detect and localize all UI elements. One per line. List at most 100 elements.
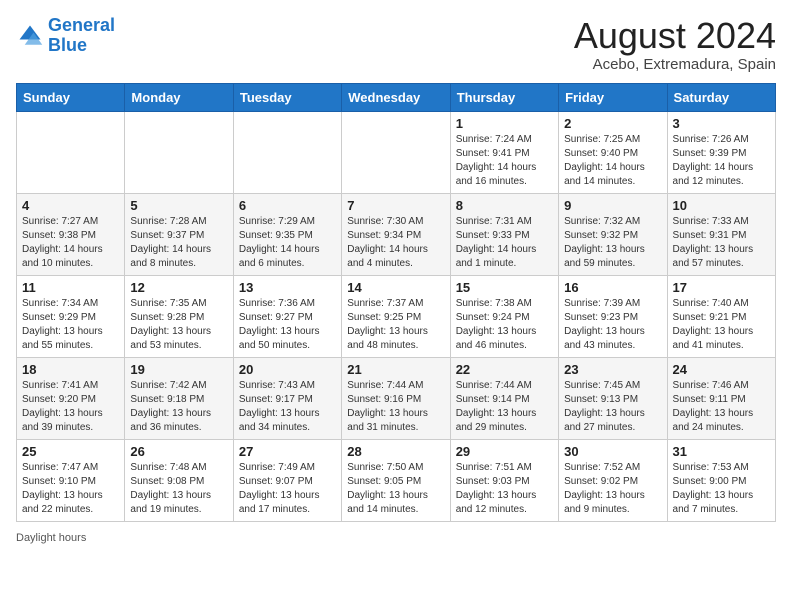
calendar-table: Sunday Monday Tuesday Wednesday Thursday… [16,83,776,522]
logo-icon [16,22,44,50]
day-number: 24 [673,362,770,377]
day-info: Sunrise: 7:24 AM Sunset: 9:41 PM Dayligh… [456,133,553,189]
day-info: Sunrise: 7:41 AM Sunset: 9:20 PM Dayligh… [22,379,119,435]
table-row: 15 Sunrise: 7:38 AM Sunset: 9:24 PM Dayli… [450,275,558,357]
day-number: 2 [564,116,661,131]
day-number: 26 [130,444,227,459]
day-number: 23 [564,362,661,377]
col-wednesday: Wednesday [342,83,450,111]
table-row: 16Sunrise: 7:39 AM Sunset: 9:23 PM Dayli… [559,275,667,357]
page-header: GeneralBlue August 2024 Acebo, Extremadu… [16,16,776,73]
table-row: 28Sunrise: 7:50 AM Sunset: 9:05 PM Dayli… [342,439,450,521]
day-number: 21 [347,362,444,377]
table-row: 26 Sunrise: 7:48 AM Sunset: 9:08 PM Dayli… [125,439,233,521]
day-number: 20 [239,362,336,377]
calendar-week-row: 11Sunrise: 7:34 AM Sunset: 9:29 PM Dayli… [17,275,776,357]
day-info: Sunrise: 7:37 AM Sunset: 9:25 PM Dayligh… [347,297,444,353]
table-row: 18Sunrise: 7:41 AM Sunset: 9:20 PM Dayli… [17,357,125,439]
table-row: 30Sunrise: 7:52 AM Sunset: 9:02 PM Dayli… [559,439,667,521]
table-row [233,111,341,193]
day-info: Sunrise: 7:42 AM Sunset: 9:18 PM Dayligh… [130,379,227,435]
table-row: 8 Sunrise: 7:31 AM Sunset: 9:33 PM Daylig… [450,193,558,275]
calendar-week-row: 18Sunrise: 7:41 AM Sunset: 9:20 PM Dayli… [17,357,776,439]
logo: GeneralBlue [16,16,115,56]
day-number: 19 [130,362,227,377]
table-row: 3 Sunrise: 7:26 AM Sunset: 9:39 PM Daylig… [667,111,775,193]
table-row [17,111,125,193]
table-row: 12 Sunrise: 7:35 AM Sunset: 9:28 PM Dayli… [125,275,233,357]
table-row: 10Sunrise: 7:33 AM Sunset: 9:31 PM Dayli… [667,193,775,275]
day-number: 31 [673,444,770,459]
day-number: 12 [130,280,227,295]
table-row: 21 Sunrise: 7:44 AM Sunset: 9:16 PM Dayli… [342,357,450,439]
table-row: 20 Sunrise: 7:43 AM Sunset: 9:17 PM Dayli… [233,357,341,439]
location: Acebo, Extremadura, Spain [574,56,776,73]
month-year: August 2024 [574,16,776,56]
table-row: 6 Sunrise: 7:29 AM Sunset: 9:35 PM Daylig… [233,193,341,275]
calendar-week-row: 1 Sunrise: 7:24 AM Sunset: 9:41 PM Daylig… [17,111,776,193]
day-info: Sunrise: 7:26 AM Sunset: 9:39 PM Dayligh… [673,133,770,189]
day-info: Sunrise: 7:43 AM Sunset: 9:17 PM Dayligh… [239,379,336,435]
day-number: 13 [239,280,336,295]
table-row: 17 Sunrise: 7:40 AM Sunset: 9:21 PM Dayli… [667,275,775,357]
table-row: 25Sunrise: 7:47 AM Sunset: 9:10 PM Dayli… [17,439,125,521]
table-row: 29 Sunrise: 7:51 AM Sunset: 9:03 PM Dayli… [450,439,558,521]
day-info: Sunrise: 7:40 AM Sunset: 9:21 PM Dayligh… [673,297,770,353]
day-info: Sunrise: 7:52 AM Sunset: 9:02 PM Dayligh… [564,461,661,517]
day-info: Sunrise: 7:48 AM Sunset: 9:08 PM Dayligh… [130,461,227,517]
table-row: 24Sunrise: 7:46 AM Sunset: 9:11 PM Dayli… [667,357,775,439]
table-row: 9Sunrise: 7:32 AM Sunset: 9:32 PM Daylig… [559,193,667,275]
day-info: Sunrise: 7:44 AM Sunset: 9:16 PM Dayligh… [347,379,444,435]
day-number: 15 [456,280,553,295]
day-info: Sunrise: 7:31 AM Sunset: 9:33 PM Dayligh… [456,215,553,271]
col-saturday: Saturday [667,83,775,111]
col-sunday: Sunday [17,83,125,111]
day-number: 29 [456,444,553,459]
day-number: 4 [22,198,119,213]
table-row: 11Sunrise: 7:34 AM Sunset: 9:29 PM Dayli… [17,275,125,357]
table-row: 1 Sunrise: 7:24 AM Sunset: 9:41 PM Daylig… [450,111,558,193]
day-info: Sunrise: 7:53 AM Sunset: 9:00 PM Dayligh… [673,461,770,517]
table-row: 19 Sunrise: 7:42 AM Sunset: 9:18 PM Dayli… [125,357,233,439]
day-number: 11 [22,280,119,295]
day-info: Sunrise: 7:27 AM Sunset: 9:38 PM Dayligh… [22,215,119,271]
day-info: Sunrise: 7:51 AM Sunset: 9:03 PM Dayligh… [456,461,553,517]
table-row: 5Sunrise: 7:28 AM Sunset: 9:37 PM Daylig… [125,193,233,275]
day-info: Sunrise: 7:39 AM Sunset: 9:23 PM Dayligh… [564,297,661,353]
table-row: 4 Sunrise: 7:27 AM Sunset: 9:38 PM Daylig… [17,193,125,275]
table-row: 31 Sunrise: 7:53 AM Sunset: 9:00 PM Dayli… [667,439,775,521]
day-info: Sunrise: 7:30 AM Sunset: 9:34 PM Dayligh… [347,215,444,271]
day-number: 17 [673,280,770,295]
day-info: Sunrise: 7:50 AM Sunset: 9:05 PM Dayligh… [347,461,444,517]
day-info: Sunrise: 7:25 AM Sunset: 9:40 PM Dayligh… [564,133,661,189]
day-number: 7 [347,198,444,213]
day-number: 14 [347,280,444,295]
day-info: Sunrise: 7:29 AM Sunset: 9:35 PM Dayligh… [239,215,336,271]
col-friday: Friday [559,83,667,111]
day-info: Sunrise: 7:49 AM Sunset: 9:07 PM Dayligh… [239,461,336,517]
day-number: 3 [673,116,770,131]
day-info: Sunrise: 7:28 AM Sunset: 9:37 PM Dayligh… [130,215,227,271]
table-row: 27Sunrise: 7:49 AM Sunset: 9:07 PM Dayli… [233,439,341,521]
title-block: August 2024 Acebo, Extremadura, Spain [574,16,776,73]
day-number: 6 [239,198,336,213]
footer: Daylight hours [16,532,776,544]
footer-label: Daylight hours [16,532,86,544]
col-monday: Monday [125,83,233,111]
day-number: 1 [456,116,553,131]
day-number: 8 [456,198,553,213]
logo-text: GeneralBlue [48,16,115,56]
table-row [125,111,233,193]
day-info: Sunrise: 7:33 AM Sunset: 9:31 PM Dayligh… [673,215,770,271]
day-info: Sunrise: 7:36 AM Sunset: 9:27 PM Dayligh… [239,297,336,353]
table-row: 2 Sunrise: 7:25 AM Sunset: 9:40 PM Daylig… [559,111,667,193]
table-row: 23 Sunrise: 7:45 AM Sunset: 9:13 PM Dayli… [559,357,667,439]
calendar-week-row: 4 Sunrise: 7:27 AM Sunset: 9:38 PM Daylig… [17,193,776,275]
day-info: Sunrise: 7:35 AM Sunset: 9:28 PM Dayligh… [130,297,227,353]
calendar-week-row: 25Sunrise: 7:47 AM Sunset: 9:10 PM Dayli… [17,439,776,521]
day-info: Sunrise: 7:32 AM Sunset: 9:32 PM Dayligh… [564,215,661,271]
day-number: 25 [22,444,119,459]
day-info: Sunrise: 7:38 AM Sunset: 9:24 PM Dayligh… [456,297,553,353]
day-info: Sunrise: 7:45 AM Sunset: 9:13 PM Dayligh… [564,379,661,435]
table-row [342,111,450,193]
